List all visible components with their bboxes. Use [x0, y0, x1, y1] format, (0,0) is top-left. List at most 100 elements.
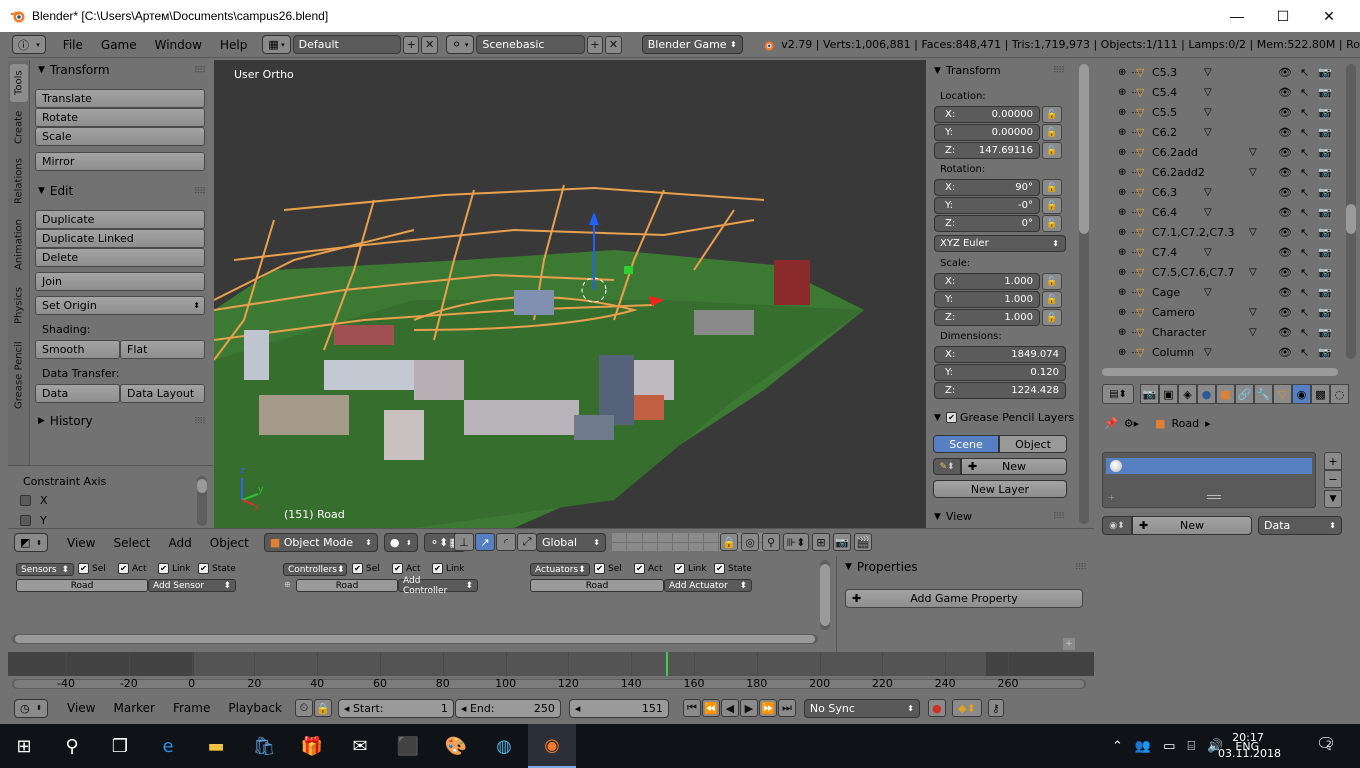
- duplicate-button[interactable]: Duplicate: [35, 210, 205, 229]
- menu-frame[interactable]: Frame: [164, 701, 219, 715]
- visibility-eye-icon[interactable]: 👁: [1278, 86, 1292, 99]
- end-frame-field[interactable]: ◂ End: 250: [454, 698, 561, 718]
- outliner-item-name[interactable]: Cage: [1152, 286, 1180, 299]
- mesh-data-icon[interactable]: ▽: [1204, 107, 1212, 118]
- outliner-item[interactable]: ⊕ ▽ C6.2add ▽ 👁 ↖ 📷: [1094, 142, 1344, 162]
- lock-layers-icon[interactable]: 🔒: [720, 533, 738, 551]
- lock-scale-y-icon[interactable]: 🔓: [1042, 291, 1062, 308]
- sensors-menu[interactable]: Sensors ⬍: [16, 563, 74, 576]
- start-frame-field[interactable]: ◂ Start: 1: [337, 698, 454, 718]
- flat-button[interactable]: Flat: [120, 340, 205, 359]
- expand-icon[interactable]: ⊕: [1118, 227, 1126, 238]
- jump-start-icon[interactable]: ⏮: [682, 699, 701, 717]
- expand-icon[interactable]: ⊕: [1118, 67, 1126, 78]
- selectable-cursor-icon[interactable]: ↖: [1300, 166, 1309, 179]
- material-specials-button[interactable]: ▼: [1324, 490, 1342, 508]
- outliner-item-name[interactable]: C6.4: [1152, 206, 1177, 219]
- mesh-data-icon[interactable]: ▽: [1204, 287, 1212, 298]
- dimensions-y-field[interactable]: Y: 0.120: [934, 364, 1066, 381]
- outliner-item[interactable]: ⊕ ▽ C6.4 ▽ 👁 ↖ 📷: [1094, 202, 1344, 222]
- render-layers-tab-icon[interactable]: ▣: [1159, 384, 1178, 404]
- lock-rotation-x-icon[interactable]: 🔓: [1042, 179, 1062, 196]
- constraint-y-checkbox[interactable]: Y: [20, 514, 47, 527]
- drag-handle-icon[interactable]: ⠿⠿: [194, 66, 206, 76]
- operator-scrollbar[interactable]: [197, 476, 207, 526]
- editor-type-properties-button[interactable]: ▤⬍: [1102, 384, 1134, 404]
- render-still-icon[interactable]: 📷: [833, 533, 851, 551]
- material-browse-button[interactable]: ◉ ⬍: [1102, 516, 1132, 535]
- scale-manipulator-icon[interactable]: ⤢: [517, 533, 537, 551]
- menu-add[interactable]: Add: [160, 536, 201, 550]
- record-icon[interactable]: ●: [927, 699, 946, 717]
- rotation-z-field[interactable]: Z: 0°: [934, 215, 1040, 232]
- menu-object[interactable]: Object: [201, 536, 258, 550]
- paint-taskbar-button[interactable]: 🎨: [432, 724, 480, 768]
- jump-keyframe-back-icon[interactable]: ⏪: [701, 699, 720, 717]
- texture-tab-icon[interactable]: ▩: [1311, 384, 1330, 404]
- grease-pencil-new-button[interactable]: ✚ New: [961, 458, 1067, 475]
- scale-x-field[interactable]: X: 1.000: [934, 273, 1040, 290]
- blender-taskbar-button[interactable]: ◉: [528, 724, 576, 768]
- render-camera-icon[interactable]: 📷: [1318, 106, 1332, 119]
- material-slot-selected[interactable]: [1106, 458, 1312, 474]
- translate-manipulator-icon[interactable]: ↗: [475, 533, 495, 551]
- controllers-menu[interactable]: Controllers ⬍: [283, 563, 347, 576]
- actuators-link-checkbox[interactable]: ✔ Link: [674, 563, 706, 574]
- outliner-item-name[interactable]: C6.3: [1152, 186, 1177, 199]
- selectable-cursor-icon[interactable]: ↖: [1300, 206, 1309, 219]
- 3d-viewport[interactable]: User Ortho (151) Road z y x: [214, 60, 926, 528]
- logic-vscrollbar[interactable]: [820, 560, 830, 630]
- scene-browse-button[interactable]: ⚪ ▾: [446, 35, 475, 54]
- expand-icon[interactable]: ⊕: [1118, 147, 1126, 158]
- join-button[interactable]: Join: [35, 272, 205, 291]
- drag-handle-icon[interactable]: ⠿⠿: [194, 187, 206, 197]
- expand-icon[interactable]: ⊕: [1118, 107, 1126, 118]
- expand-icon[interactable]: ⊕: [1118, 287, 1126, 298]
- visibility-eye-icon[interactable]: 👁: [1278, 166, 1292, 179]
- add-actuator-select[interactable]: Add Actuator ⬍: [664, 579, 752, 592]
- material-link-select[interactable]: Data ⬍: [1258, 516, 1342, 535]
- sensors-act-checkbox[interactable]: ✔ Act: [118, 563, 146, 574]
- visibility-eye-icon[interactable]: 👁: [1278, 326, 1292, 339]
- drag-handle-icon[interactable]: ⠿⠿: [1053, 66, 1065, 76]
- selectable-cursor-icon[interactable]: ↖: [1300, 246, 1309, 259]
- mail-taskbar-button[interactable]: ✉: [336, 724, 384, 768]
- outliner-item-name[interactable]: C6.2: [1152, 126, 1177, 139]
- visibility-eye-icon[interactable]: 👁: [1278, 146, 1292, 159]
- constraints-tab-icon[interactable]: 🔗: [1235, 384, 1254, 404]
- material-tab-icon[interactable]: ◉: [1292, 384, 1311, 404]
- snap-target-icon[interactable]: ⊞: [812, 533, 830, 551]
- scale-y-field[interactable]: Y: 1.000: [934, 291, 1040, 308]
- render-engine-select[interactable]: Blender Game ⬍: [641, 35, 743, 54]
- grease-pencil-browse-button[interactable]: ✎ ⬍: [933, 458, 961, 475]
- tab-create[interactable]: Create: [10, 106, 28, 148]
- network-icon[interactable]: ⌸: [1187, 739, 1195, 754]
- visibility-eye-icon[interactable]: 👁: [1278, 186, 1292, 199]
- render-camera-icon[interactable]: 📷: [1318, 266, 1332, 279]
- actuators-state-checkbox[interactable]: ✔ State: [714, 563, 752, 574]
- selectable-cursor-icon[interactable]: ↖: [1300, 86, 1309, 99]
- add-scene-button[interactable]: +: [586, 35, 604, 54]
- outliner-item-name[interactable]: Character: [1152, 326, 1206, 339]
- lock-rotation-z-icon[interactable]: 🔓: [1042, 215, 1062, 232]
- people-icon[interactable]: 👥: [1135, 739, 1151, 754]
- timeline[interactable]: -40 -20 0 20 40 60 80 100 120 140 160 180 200 220 240 2…: [8, 652, 1094, 696]
- list-grip-icon[interactable]: [1207, 495, 1221, 499]
- mirror-button[interactable]: Mirror: [35, 152, 205, 171]
- outliner-item-name[interactable]: C5.4: [1152, 86, 1177, 99]
- location-y-field[interactable]: Y: 0.00000: [934, 124, 1040, 141]
- view-panel-header[interactable]: ▼ View: [934, 510, 972, 523]
- tab-grease-pencil[interactable]: Grease Pencil: [10, 336, 28, 414]
- outliner-item[interactable]: ⊕ ▽ C6.2add2 ▽ 👁 ↖ 📷: [1094, 162, 1344, 182]
- outliner-item-name[interactable]: C6.2add2: [1152, 166, 1205, 179]
- game-properties-header[interactable]: ▼ Properties: [845, 560, 918, 574]
- add-controller-select[interactable]: Add Controller ⬍: [398, 576, 478, 596]
- tab-relations[interactable]: Relations: [10, 152, 28, 210]
- render-camera-icon[interactable]: 📷: [1318, 346, 1332, 359]
- mesh-data-icon[interactable]: ▽: [1204, 247, 1212, 258]
- proportional-edit-icon[interactable]: ◎: [741, 533, 759, 551]
- gift-taskbar-button[interactable]: 🎁: [288, 724, 336, 768]
- chevron-up-icon[interactable]: ⌃: [1112, 739, 1123, 754]
- transform-orientation-select[interactable]: Global ⬍: [536, 533, 606, 552]
- outliner-item-name[interactable]: C7.5,C7.6,C7.7: [1152, 266, 1235, 279]
